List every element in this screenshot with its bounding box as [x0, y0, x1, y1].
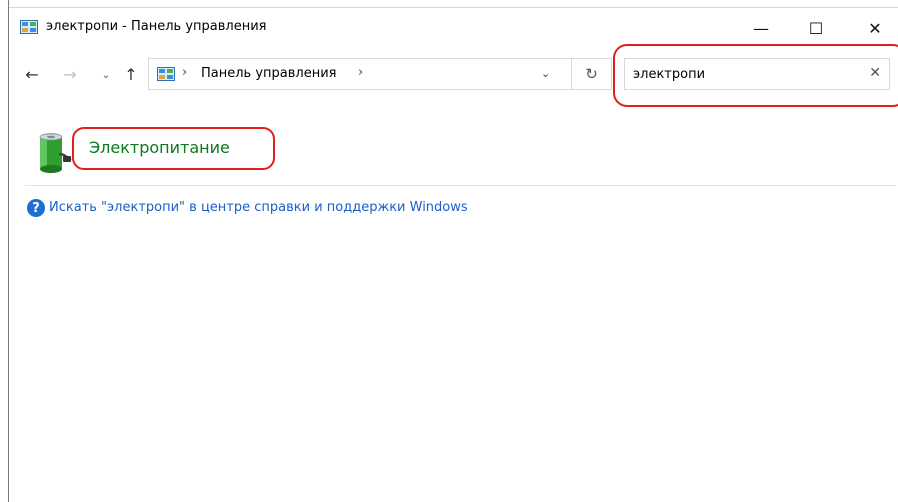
breadcrumb-separator-icon[interactable]: ›	[182, 65, 187, 80]
back-button[interactable]: ←	[21, 62, 43, 86]
window-title: электропи - Панель управления	[46, 19, 267, 34]
result-highlight-annotation	[72, 127, 275, 170]
battery-power-icon	[39, 133, 72, 173]
minimize-button[interactable]: —	[738, 8, 784, 48]
divider	[25, 185, 896, 186]
control-panel-icon	[157, 67, 175, 81]
maximize-button[interactable]: ☐	[793, 8, 839, 48]
search-highlight-annotation	[613, 44, 898, 107]
top-strip	[9, 0, 898, 8]
refresh-button[interactable]: ↻	[572, 58, 612, 90]
help-question-icon: ?	[27, 199, 45, 217]
control-panel-window: электропи - Панель управления — ☐ ✕ ← → …	[8, 0, 898, 502]
up-button[interactable]: ↑	[120, 62, 142, 86]
recent-locations-button[interactable]: ⌄	[95, 63, 117, 87]
forward-button[interactable]: →	[59, 62, 81, 86]
address-bar[interactable]: › Панель управления › ⌄	[148, 58, 572, 90]
title-bar[interactable]: электропи - Панель управления — ☐ ✕	[9, 8, 898, 48]
breadcrumb-separator-icon[interactable]: ›	[358, 65, 363, 80]
breadcrumb-control-panel[interactable]: Панель управления	[201, 66, 337, 81]
close-button[interactable]: ✕	[852, 8, 898, 48]
control-panel-icon	[20, 20, 38, 34]
help-search-link[interactable]: Искать "электропи" в центре справки и по…	[49, 200, 468, 215]
address-dropdown-icon[interactable]: ⌄	[541, 67, 550, 80]
